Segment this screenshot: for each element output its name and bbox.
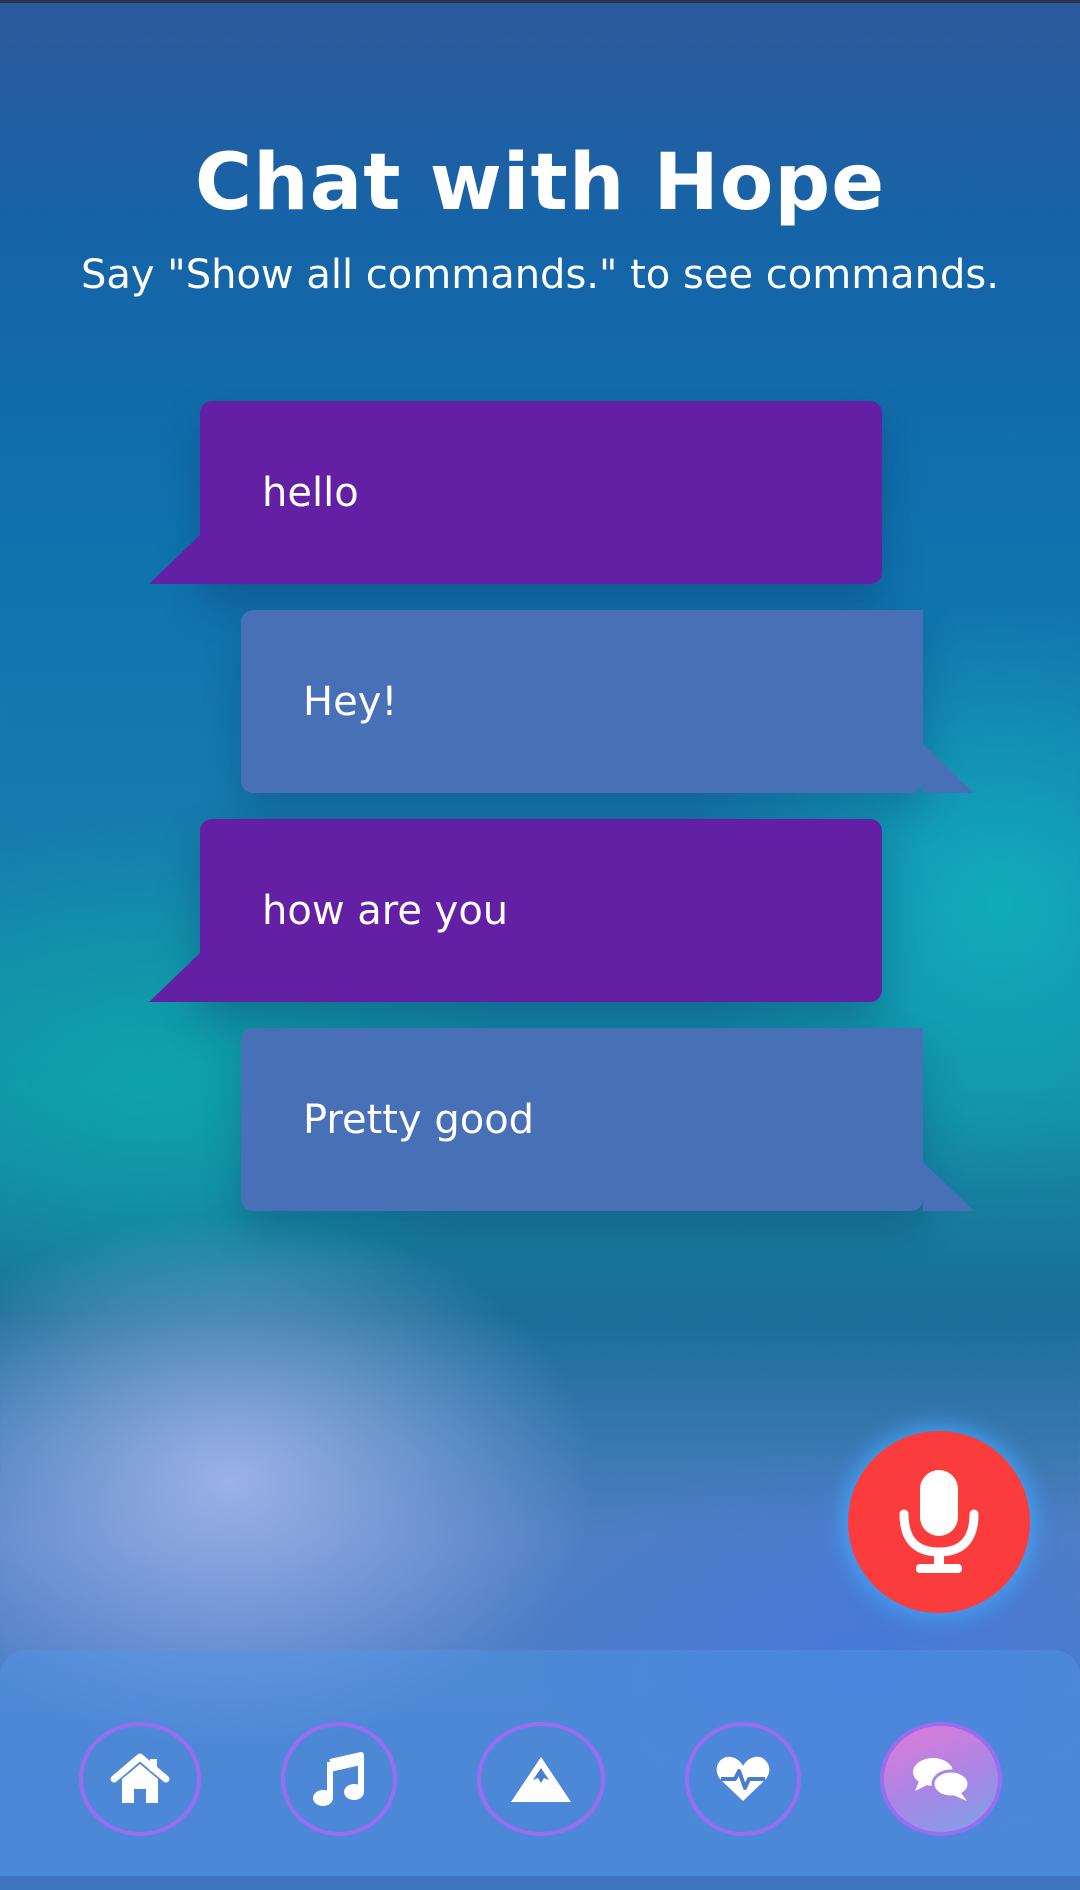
nav-health-button[interactable] xyxy=(685,1722,801,1836)
microphone-icon xyxy=(899,1470,979,1573)
nav-chat-button[interactable] xyxy=(880,1722,1002,1836)
user-message: how are you xyxy=(149,819,882,1002)
bot-message: Hey! xyxy=(241,610,974,793)
heartbeat-icon xyxy=(716,1756,770,1801)
music-note-icon xyxy=(313,1752,364,1806)
microphone-button[interactable] xyxy=(848,1431,1030,1613)
top-edge xyxy=(0,0,1080,3)
message-text: how are you xyxy=(262,887,509,934)
message-text: Pretty good xyxy=(303,1096,535,1143)
message-text: Hey! xyxy=(303,678,398,725)
user-message: hello xyxy=(149,401,882,584)
bottom-navigation xyxy=(0,1650,1080,1890)
mountain-icon xyxy=(511,1757,571,1802)
nav-home-button[interactable] xyxy=(79,1722,201,1836)
nav-music-button[interactable] xyxy=(281,1722,397,1836)
page-subtitle: Say "Show all commands." to see commands… xyxy=(81,252,999,298)
nav-mountain-button[interactable] xyxy=(477,1722,605,1836)
bot-message: Pretty good xyxy=(241,1028,974,1211)
page-title: Chat with Hope xyxy=(194,138,886,228)
message-text: hello xyxy=(262,469,359,516)
home-icon xyxy=(110,1753,170,1803)
chat-bubbles-icon xyxy=(913,1758,971,1801)
